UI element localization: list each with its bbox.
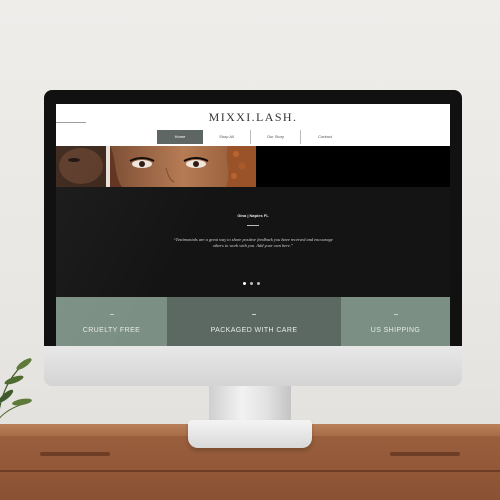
desk-drawer-line: [0, 470, 500, 472]
nav-item-our-story[interactable]: Our Story: [251, 130, 301, 144]
drawer-handle: [390, 452, 460, 456]
website-screen: MIXXI.LASH. Home Shop All Our Story Cont…: [56, 104, 450, 346]
hero-image: [56, 146, 256, 187]
feature-icon: [393, 314, 398, 315]
testimonial-divider: [247, 225, 259, 226]
feature-packaged-with-care: PACKAGED WITH CARE: [167, 297, 341, 346]
testimonial-quote: “Testimonials are a great way to share p…: [173, 237, 333, 249]
features-strip: CRUELTY FREE PACKAGED WITH CARE US SHIPP…: [56, 297, 450, 346]
slider-dot[interactable]: [257, 282, 260, 285]
monitor-chin: [44, 346, 462, 386]
testimonial-author: Gina | Naples FL: [237, 213, 269, 218]
nav-item-home[interactable]: Home: [157, 130, 203, 144]
testimonial-section: Gina | Naples FL “Testimonials are a gre…: [56, 187, 450, 297]
feature-label: PACKAGED WITH CARE: [210, 327, 298, 334]
imac-monitor: MIXXI.LASH. Home Shop All Our Story Cont…: [44, 90, 462, 386]
feature-icon: [252, 314, 256, 315]
model-portrait-image: [56, 146, 256, 187]
main-nav: Home Shop All Our Story Contact: [157, 130, 349, 144]
slider-dot[interactable]: [250, 282, 253, 285]
drawer-handle: [40, 452, 110, 456]
monitor-stand-base: [188, 420, 312, 448]
feature-label: US SHIPPING: [370, 327, 421, 334]
nav-item-shop-all[interactable]: Shop All: [203, 130, 251, 144]
site-header: MIXXI.LASH. Home Shop All Our Story Cont…: [56, 104, 450, 146]
hero-empty-panel: [256, 146, 450, 187]
site-logo[interactable]: MIXXI.LASH.: [56, 110, 450, 125]
monitor-stand-neck: [209, 384, 291, 424]
slider-dots: [243, 282, 260, 285]
feature-cruelty-free: CRUELTY FREE: [56, 297, 167, 346]
slider-dot[interactable]: [243, 282, 246, 285]
feature-icon: [109, 314, 114, 315]
feature-label: CRUELTY FREE: [82, 327, 141, 334]
plant-decoration: [0, 358, 32, 419]
feature-us-shipping: US SHIPPING: [341, 297, 450, 346]
nav-item-contact[interactable]: Contact: [301, 130, 349, 144]
